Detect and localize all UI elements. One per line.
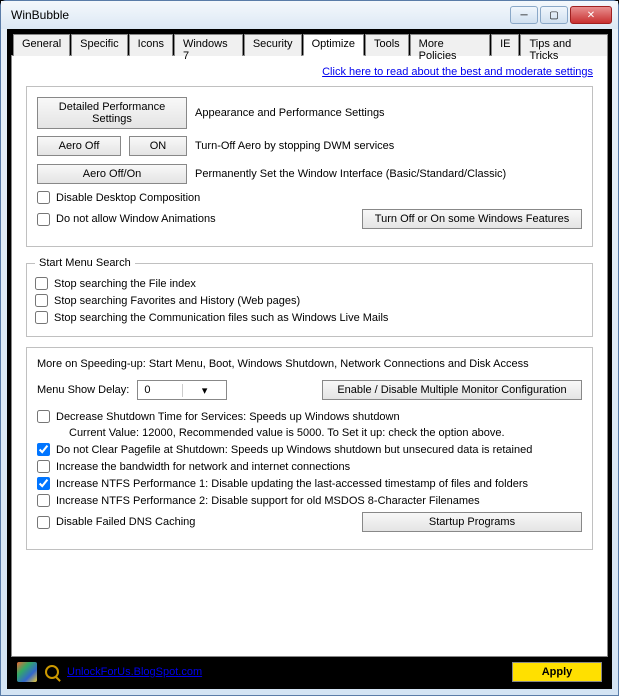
pagefile-label: Do not Clear Pagefile at Shutdown: Speed…: [56, 444, 532, 456]
detailed-perf-button[interactable]: Detailed Performance Settings: [37, 97, 187, 129]
start-menu-search-group: Start Menu Search Stop searching the Fil…: [26, 257, 593, 337]
tab-tools[interactable]: Tools: [365, 34, 409, 56]
ntfs1-checkbox[interactable]: [37, 477, 50, 490]
speeding-up-group: More on Speeding-up: Start Menu, Boot, W…: [26, 347, 593, 550]
pagefile-checkbox[interactable]: [37, 443, 50, 456]
start-menu-legend: Start Menu Search: [35, 257, 135, 269]
window-buttons: ─ ▢ ✕: [510, 6, 612, 24]
stop-file-index-checkbox[interactable]: [35, 277, 48, 290]
tab-strip: General Specific Icons Windows 7 Securit…: [11, 33, 608, 55]
close-button[interactable]: ✕: [570, 6, 612, 24]
tab-optimize[interactable]: Optimize: [303, 34, 364, 56]
menu-delay-value: 0: [138, 384, 182, 396]
monitor-config-button[interactable]: Enable / Disable Multiple Monitor Config…: [322, 380, 582, 400]
footer-link[interactable]: UnlockForUs.BlogSpot.com: [67, 666, 202, 678]
stop-favorites-label: Stop searching Favorites and History (We…: [54, 295, 300, 307]
aero-off-button[interactable]: Aero Off: [37, 136, 121, 156]
maximize-button[interactable]: ▢: [540, 6, 568, 24]
stop-file-index-label: Stop searching the File index: [54, 278, 196, 290]
aero-on-button[interactable]: ON: [129, 136, 187, 156]
performance-group: Detailed Performance Settings Appearance…: [26, 86, 593, 247]
detailed-perf-label: Appearance and Performance Settings: [195, 107, 385, 119]
disable-composition-checkbox[interactable]: [37, 191, 50, 204]
magnifier-icon: [45, 665, 59, 679]
apply-button[interactable]: Apply: [512, 662, 602, 682]
speeding-up-heading: More on Speeding-up: Start Menu, Boot, W…: [37, 358, 582, 370]
stop-comm-checkbox[interactable]: [35, 311, 48, 324]
tab-icons[interactable]: Icons: [129, 34, 173, 56]
dns-checkbox[interactable]: [37, 516, 50, 529]
perm-interface-label: Permanently Set the Window Interface (Ba…: [195, 168, 506, 180]
footer: UnlockForUs.BlogSpot.com Apply: [11, 659, 608, 685]
tab-content: Click here to read about the best and mo…: [11, 55, 608, 657]
decrease-shutdown-checkbox[interactable]: [37, 410, 50, 423]
tab-more-policies[interactable]: More Policies: [410, 34, 490, 56]
decrease-shutdown-label: Decrease Shutdown Time for Services: Spe…: [56, 411, 400, 423]
app-window: WinBubble ─ ▢ ✕ General Specific Icons W…: [0, 0, 619, 696]
bandwidth-checkbox[interactable]: [37, 460, 50, 473]
menu-delay-label: Menu Show Delay:: [37, 384, 129, 396]
stop-favorites-checkbox[interactable]: [35, 294, 48, 307]
ntfs1-label: Increase NTFS Performance 1: Disable upd…: [56, 478, 528, 490]
startup-programs-button[interactable]: Startup Programs: [362, 512, 582, 532]
ntfs2-checkbox[interactable]: [37, 494, 50, 507]
bandwidth-label: Increase the bandwidth for network and i…: [56, 461, 350, 473]
shutdown-sub-label: Current Value: 12000, Recommended value …: [69, 427, 582, 439]
window-title: WinBubble: [7, 8, 510, 22]
tab-specific[interactable]: Specific: [71, 34, 128, 56]
ntfs2-label: Increase NTFS Performance 2: Disable sup…: [56, 495, 480, 507]
tab-security[interactable]: Security: [244, 34, 302, 56]
minimize-button[interactable]: ─: [510, 6, 538, 24]
chevron-down-icon: ▾: [182, 384, 227, 397]
titlebar[interactable]: WinBubble ─ ▢ ✕: [1, 1, 618, 29]
aero-toggle-button[interactable]: Aero Off/On: [37, 164, 187, 184]
aero-label: Turn-Off Aero by stopping DWM services: [195, 140, 394, 152]
best-settings-link[interactable]: Click here to read about the best and mo…: [322, 66, 593, 78]
disable-composition-label: Disable Desktop Composition: [56, 192, 200, 204]
client-area: General Specific Icons Windows 7 Securit…: [7, 29, 612, 689]
menu-delay-combo[interactable]: 0 ▾: [137, 380, 227, 400]
stop-comm-label: Stop searching the Communication files s…: [54, 312, 388, 324]
no-animations-checkbox[interactable]: [37, 213, 50, 226]
windows-features-button[interactable]: Turn Off or On some Windows Features: [362, 209, 582, 229]
tab-ie[interactable]: IE: [491, 34, 519, 56]
no-animations-label: Do not allow Window Animations: [56, 213, 216, 225]
tab-windows7[interactable]: Windows 7: [174, 34, 243, 56]
tab-tips[interactable]: Tips and Tricks: [520, 34, 608, 56]
dns-label: Disable Failed DNS Caching: [56, 516, 195, 528]
tab-general[interactable]: General: [13, 34, 70, 56]
windows-logo-icon: [17, 662, 37, 682]
